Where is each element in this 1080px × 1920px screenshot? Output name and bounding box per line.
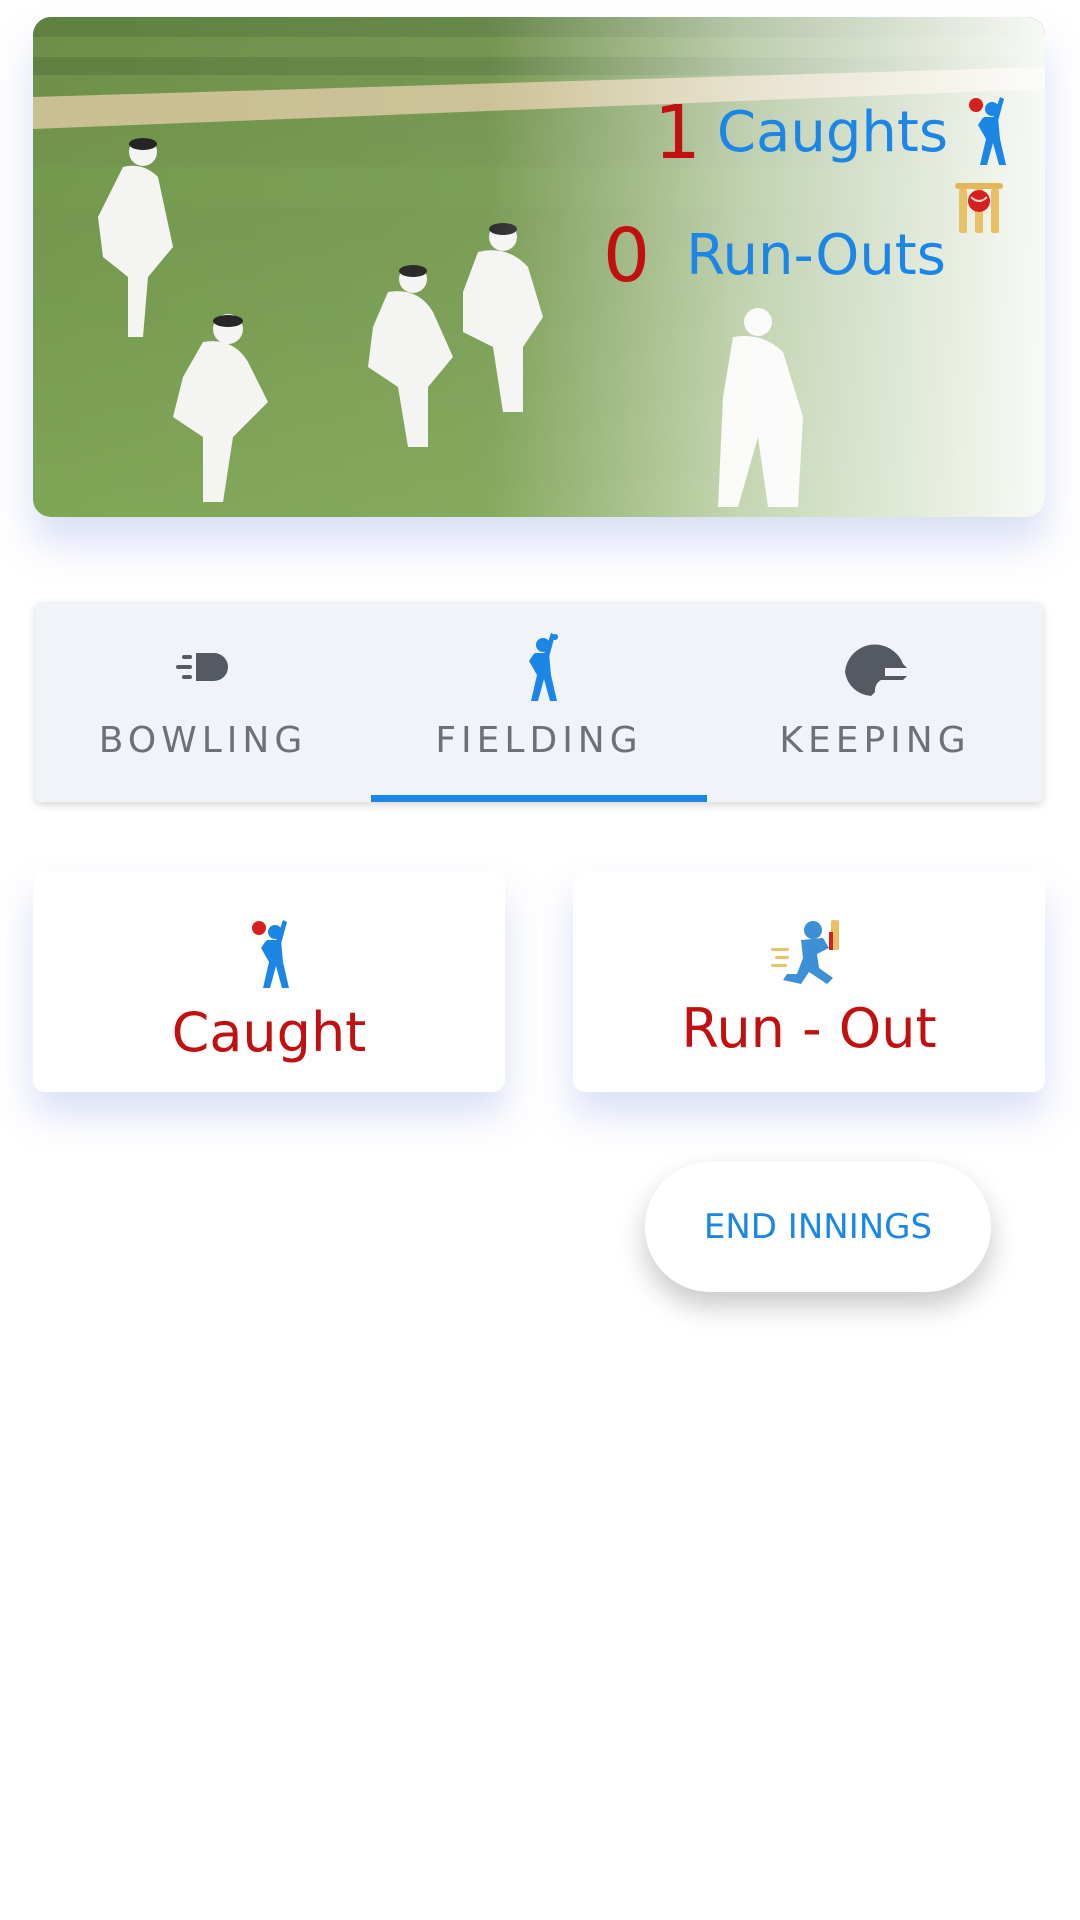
hero-stats-card: 1 Caughts 0 Run-Outs: [33, 17, 1045, 517]
tab-fielding-label: FIELDING: [435, 720, 643, 761]
caught-stat-label: Caughts: [716, 100, 948, 165]
running-batsman-icon: [771, 918, 847, 991]
runout-button[interactable]: Run - Out: [573, 872, 1045, 1092]
fielder-icon: [517, 628, 561, 706]
tab-fielding[interactable]: FIELDING: [371, 602, 707, 802]
tab-keeping-label: KEEPING: [779, 720, 971, 761]
end-innings-button[interactable]: END INNINGS: [645, 1162, 991, 1292]
active-tab-indicator: [371, 795, 707, 802]
tab-bowling-label: BOWLING: [98, 720, 308, 761]
stumps-icon: [951, 177, 1007, 240]
caught-button[interactable]: Caught: [33, 872, 505, 1092]
runout-stat: 0 Run-Outs: [603, 219, 946, 293]
caught-button-label: Caught: [171, 1001, 367, 1064]
caught-stat: 1 Caughts: [654, 95, 1010, 171]
tab-keeping[interactable]: KEEPING: [707, 602, 1043, 802]
tab-bowling[interactable]: BOWLING: [35, 602, 371, 802]
discipline-tab-bar: BOWLING FIELDING KEEPING: [35, 602, 1043, 802]
caught-count: 1: [653, 90, 701, 176]
runout-count: 0: [603, 213, 651, 299]
catching-player-icon: [962, 95, 1010, 171]
bowling-ball-speed-icon: [174, 628, 232, 706]
catching-player-icon: [245, 918, 293, 995]
runout-button-label: Run - Out: [681, 997, 937, 1060]
runout-stat-label: Run-Outs: [686, 223, 946, 288]
helmet-icon: [841, 628, 909, 706]
